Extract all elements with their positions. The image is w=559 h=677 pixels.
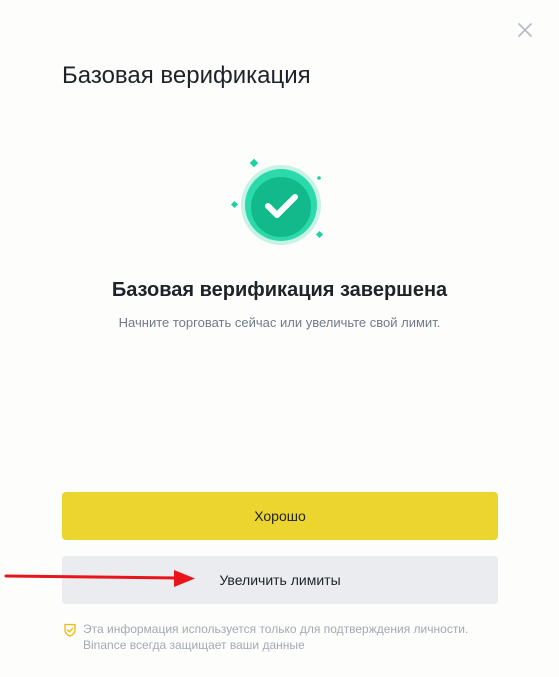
privacy-line-2: Binance всегда защищает ваши данные [83, 638, 305, 652]
success-subtext: Начните торговать сейчас или увеличьте с… [118, 315, 441, 330]
close-icon[interactable] [513, 18, 537, 42]
success-heading: Базовая верификация завершена [111, 279, 448, 301]
check-circle-icon [225, 155, 335, 255]
red-arrow-icon [0, 562, 200, 592]
privacy-line-1: Эта информация используется только для п… [83, 622, 469, 636]
privacy-note: Эта информация используется только для п… [64, 621, 504, 653]
ok-button[interactable]: Хорошо [62, 492, 498, 540]
page-title: Базовая верификация [62, 62, 311, 89]
shield-check-icon [64, 623, 76, 637]
